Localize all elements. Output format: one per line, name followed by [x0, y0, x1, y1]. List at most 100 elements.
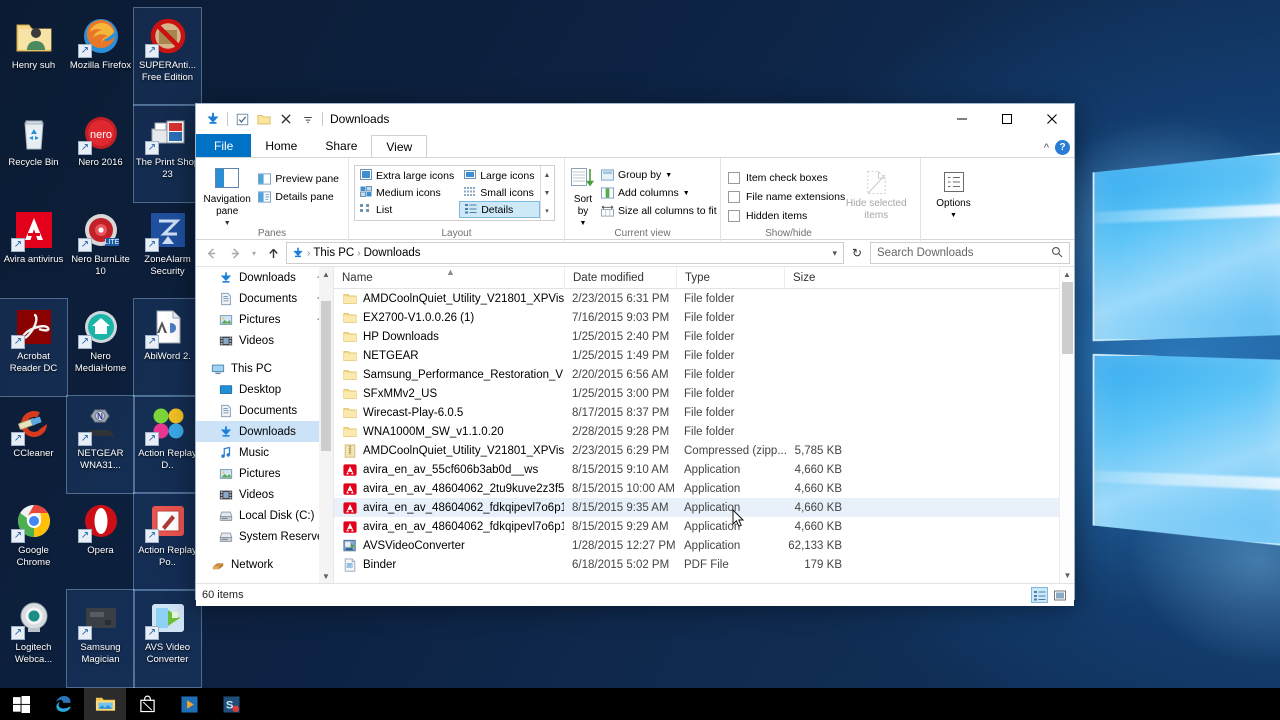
tab-share[interactable]: Share [311, 134, 372, 157]
file-row[interactable]: avira_en_av_48604062_2tu9kuve2z3f5k9q...… [334, 479, 1074, 498]
edge-button[interactable] [42, 688, 84, 720]
item-check-boxes-row[interactable]: Item check boxes [726, 168, 845, 187]
file-row[interactable]: AMDCoolnQuiet_Utility_V21801_XPVista... 2… [334, 441, 1074, 460]
tab-file[interactable]: File [196, 134, 252, 157]
file-list-scrollbar[interactable]: ▲ ▼ [1059, 267, 1074, 583]
file-row[interactable]: Wirecast-Play-6.0.5 8/17/2015 8:37 PM File… [334, 403, 1074, 422]
address-bar[interactable]: ▾ › This PC › Downloads ▾ ↻ Search Downl… [196, 240, 1074, 266]
nav-item-documents[interactable]: Documents➤ [196, 288, 333, 309]
desktop-icon-logitech-webcam[interactable]: ↗ Logitech Webca... [0, 590, 67, 687]
column-header-date-modified[interactable]: Date modified [564, 266, 676, 289]
file-name-extensions-checkbox[interactable] [728, 190, 740, 203]
nav-item-downloads[interactable]: Downloads [196, 421, 333, 442]
nav-scroll-up-icon[interactable]: ▲ [322, 267, 330, 281]
downloads-folder-icon[interactable] [202, 108, 224, 130]
search-input[interactable]: Search Downloads [870, 242, 1070, 264]
file-scroll-thumb[interactable] [1062, 282, 1073, 354]
column-header-size[interactable]: Size [784, 266, 852, 289]
group-by-caret[interactable]: ▼ [665, 172, 672, 179]
store-button[interactable] [126, 688, 168, 720]
layout-details[interactable]: Details [459, 201, 540, 218]
recent-locations-button[interactable]: ▾ [248, 242, 260, 264]
ribbon[interactable]: Navigation pane ▼ Preview pane Details p… [196, 157, 1074, 241]
desktop-icon-acrobat-reader[interactable]: ↗ Acrobat Reader DC [0, 298, 68, 397]
item-check-boxes-checkbox[interactable] [728, 171, 740, 184]
file-explorer-window[interactable]: Downloads File Home Share View ^ ? Navig… [195, 103, 1075, 606]
nav-item-system-reservec[interactable]: System Reservec [196, 526, 333, 547]
file-name-extensions-row[interactable]: File name extensions [726, 187, 845, 206]
nav-item-this-pc[interactable]: This PC [196, 358, 333, 379]
delete-x-icon[interactable] [275, 108, 297, 130]
maximize-button[interactable] [984, 104, 1029, 133]
breadcrumb-dropdown-icon[interactable]: ▾ [832, 248, 837, 259]
nav-scroll-thumb[interactable] [321, 301, 331, 451]
nav-item-videos[interactable]: Videos [196, 330, 333, 351]
desktop-icon-user-folder[interactable]: Henry suh [0, 8, 67, 105]
desktop-icon-action-replay-power[interactable]: ↗ Action Replay Po.. [133, 492, 202, 591]
column-header-name[interactable]: Name ▲ [334, 267, 564, 289]
desktop-icon-print-shop[interactable]: ↗ The Print Shop 23 [133, 104, 202, 203]
nav-item-network[interactable]: Network [196, 554, 333, 575]
nav-scroll-down-icon[interactable]: ▼ [322, 569, 330, 583]
file-row[interactable]: Samsung_Performance_Restoration_V11 2/20/… [334, 365, 1074, 384]
file-row[interactable]: avira_en_av_48604062_fdkqipevl7o6p186...… [334, 498, 1074, 517]
layout-gallery-scroll[interactable]: ▲ ▼ ▾ [539, 166, 554, 220]
layout-large-icons[interactable]: Large icons [459, 168, 539, 185]
file-explorer-button[interactable] [84, 688, 126, 720]
file-row[interactable]: avira_en_av_55cf606b3ab0d__ws 8/15/2015 9… [334, 460, 1074, 479]
desktop-icon-grid[interactable]: Henry suh ↗ Mozilla Firefox ↗ SUPERAnti... F… [0, 7, 202, 688]
breadcrumb[interactable]: › This PC › Downloads ▾ [286, 242, 844, 264]
desktop-icon-action-replay-ds[interactable]: ↗ Action Replay D.. [133, 395, 202, 494]
preview-pane-button[interactable]: Preview pane [253, 170, 343, 188]
taskbar[interactable]: S [0, 688, 1280, 720]
file-name-cell[interactable]: avira_en_av_48604062_fdkqipevl7o6p186... [334, 500, 564, 515]
desktop-icon-opera[interactable]: ↗ Opera [67, 493, 134, 590]
close-button[interactable] [1029, 104, 1074, 133]
options-caret[interactable]: ▼ [950, 210, 957, 222]
collapse-ribbon-icon[interactable]: ^ [1044, 142, 1049, 154]
navigation-list[interactable]: Downloads➤Documents➤Pictures➤ Videos This … [196, 267, 333, 575]
details-pane-button[interactable]: Details pane [253, 188, 343, 206]
desktop-icon-avs-video-converter[interactable]: ↗ AVS Video Converter [133, 589, 202, 688]
start-button[interactable] [0, 688, 42, 720]
view-mode-buttons[interactable] [1031, 587, 1068, 603]
file-row[interactable]: PDF Binder 6/18/2015 5:02 PM PDF File 179 KB [334, 555, 1074, 574]
file-row[interactable]: AMDCoolnQuiet_Utility_V21801_XPVista... 2… [334, 289, 1074, 308]
desktop-icon-firefox[interactable]: ↗ Mozilla Firefox [67, 8, 134, 105]
nav-item-downloads[interactable]: Downloads➤ [196, 267, 333, 288]
file-name-cell[interactable]: Wirecast-Play-6.0.5 [334, 405, 564, 420]
desktop-icon-zonealarm[interactable]: ↗ ZoneAlarm Security [134, 202, 201, 299]
file-row[interactable]: SFxMMv2_US 1/25/2015 3:00 PM File folder [334, 384, 1074, 403]
help-icon[interactable]: ? [1055, 140, 1070, 155]
file-name-cell[interactable]: EX2700-V1.0.0.26 (1) [334, 310, 564, 325]
file-row[interactable]: HP Downloads 1/25/2015 2:40 PM File folder [334, 327, 1074, 346]
desktop-icon-recycle-bin[interactable]: Recycle Bin [0, 105, 67, 202]
tab-home[interactable]: Home [251, 134, 312, 157]
media-player-button[interactable] [168, 688, 210, 720]
search-icon[interactable] [1051, 246, 1063, 261]
details-view-button[interactable] [1031, 587, 1048, 603]
large-icons-view-button[interactable] [1051, 587, 1068, 603]
file-name-cell[interactable]: WNA1000M_SW_v1.1.0.20 [334, 424, 564, 439]
desktop-icon-superantispyware[interactable]: ↗ SUPERAnti... Free Edition [133, 7, 202, 106]
properties-checkbox-icon[interactable] [231, 108, 253, 130]
file-name-cell[interactable]: SFxMMv2_US [334, 386, 564, 401]
column-header-row[interactable]: Name ▲ Date modified Type Size [334, 266, 1074, 289]
customize-dropdown-icon[interactable] [297, 108, 319, 130]
desktop-icon-nero-mediahome[interactable]: ↗ Nero MediaHome [67, 299, 134, 396]
desktop-icon-netgear[interactable]: N ↗ NETGEAR WNA31... [66, 395, 135, 494]
ribbon-tab-right-controls[interactable]: ^ ? [1044, 140, 1070, 155]
column-header-type[interactable]: Type [676, 266, 784, 289]
navigation-pane[interactable]: Downloads➤Documents➤Pictures➤ Videos This … [196, 267, 334, 583]
desktop-icon-chrome[interactable]: ↗ Google Chrome [0, 493, 67, 590]
add-columns-button[interactable]: Add columns ▼ [596, 184, 721, 202]
desktop-icon-nero[interactable]: nero ↗ Nero 2016 [67, 105, 134, 202]
layout-medium-icons[interactable]: Medium icons [355, 185, 459, 202]
file-name-cell[interactable]: avira_en_av_55cf606b3ab0d__ws [334, 462, 564, 477]
file-name-cell[interactable]: PDF Binder [334, 557, 564, 572]
file-scroll-down-icon[interactable]: ▼ [1060, 568, 1075, 583]
breadcrumb-separator-2[interactable]: › [357, 248, 360, 259]
file-name-cell[interactable]: Samsung_Performance_Restoration_V11 [334, 367, 564, 382]
layout-extra-large-icons[interactable]: Extra large icons [355, 168, 459, 185]
layout-gallery[interactable]: Extra large icons Medium icons List Larg… [354, 165, 555, 221]
